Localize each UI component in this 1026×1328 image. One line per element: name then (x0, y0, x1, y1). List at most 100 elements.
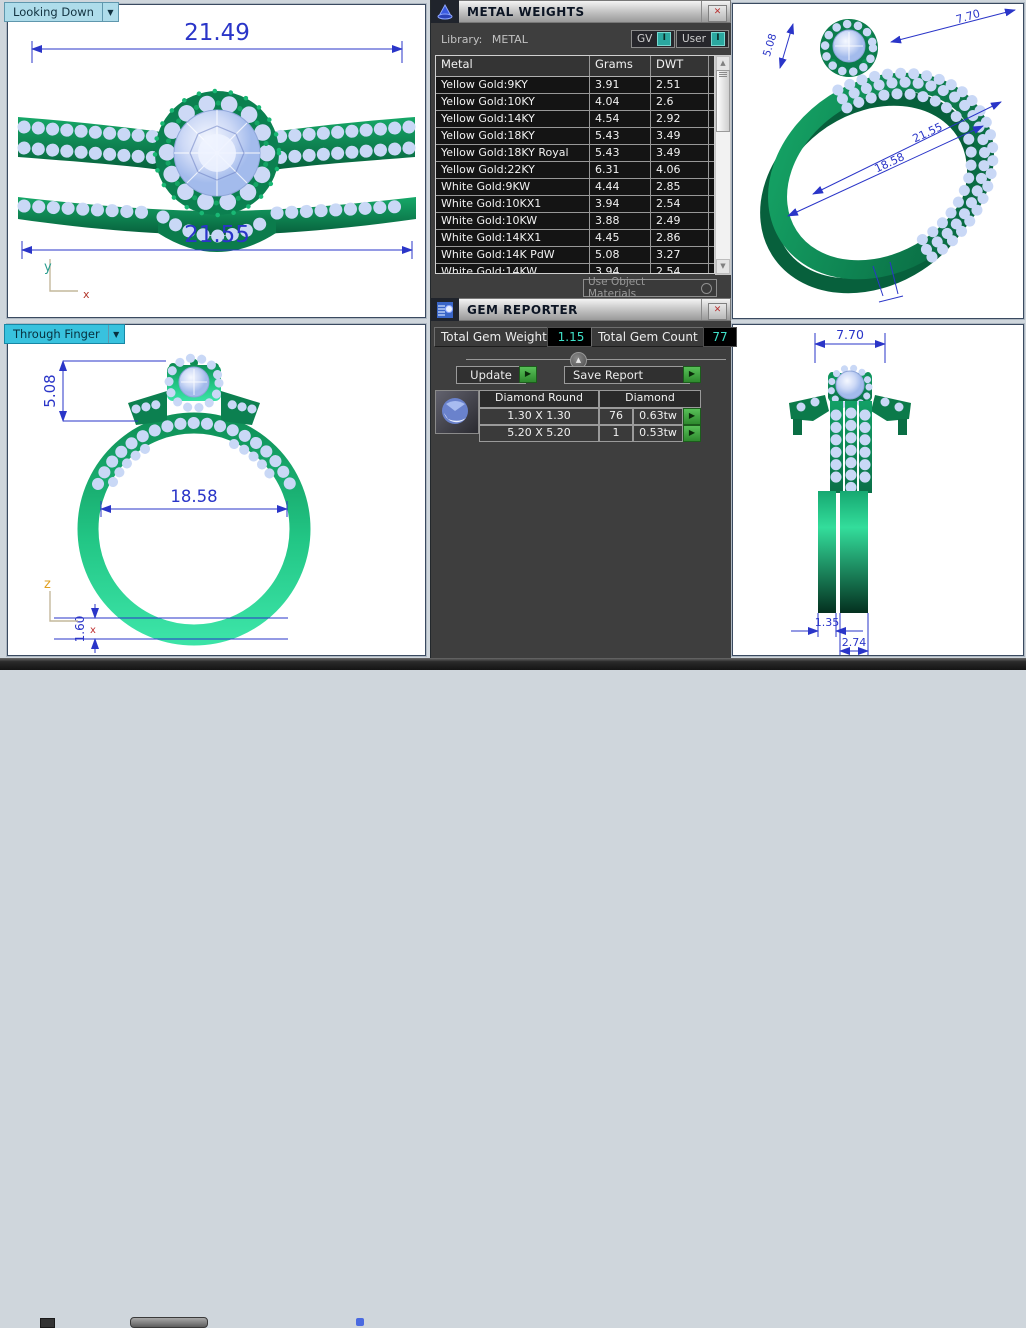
table-row[interactable]: White Gold:9KW4.442.85 (436, 179, 714, 196)
gem-weight[interactable]: 0.63tw (633, 408, 683, 425)
chevron-down-icon[interactable]: ▼ (108, 325, 124, 343)
scroll-up-icon[interactable]: ▲ (716, 56, 730, 71)
gem-col-header: Diamond Round (479, 390, 599, 408)
dim-height: 5.08 (761, 32, 779, 58)
origin-marker: x (90, 625, 96, 636)
table-row[interactable]: White Gold:10KX13.942.54 (436, 196, 714, 213)
table-row[interactable]: Yellow Gold:18KY Royal5.433.49 (436, 145, 714, 162)
total-gem-weight-label: Total Gem Weight (434, 327, 554, 347)
metal-weights-table: Metal Grams DWT Yellow Gold:9KY3.912.51 … (435, 55, 715, 274)
dim-band-thickness: 1.60 (73, 616, 87, 643)
diamond-gem-icon (436, 391, 476, 431)
save-report-button[interactable]: Save Report (564, 366, 690, 384)
table-row[interactable]: Yellow Gold:18KY5.433.49 (436, 128, 714, 145)
view-label: Through Finger (5, 325, 108, 343)
taskbar-button[interactable] (130, 1317, 208, 1328)
dim-gap: 1.35 (815, 616, 840, 629)
gem-row-action-icon[interactable]: ▶ (683, 408, 701, 425)
dim-width: 7.70 (836, 327, 864, 342)
axis-gizmo (50, 259, 78, 291)
dim-top-width: 21.49 (184, 20, 250, 46)
close-icon[interactable]: ✕ (708, 303, 727, 320)
panel-title: GEM REPORTER (459, 303, 578, 317)
col-dwt: DWT (651, 56, 709, 76)
table-row[interactable]: Yellow Gold:22KY6.314.06 (436, 162, 714, 179)
total-gem-count-value: 77 (703, 327, 737, 347)
viewport-front[interactable]: 7.70 1.35 2.74 (730, 322, 1026, 658)
gem-size[interactable]: 1.30 X 1.30 (479, 408, 599, 425)
view-selector-looking-down[interactable]: Looking Down ▼ (4, 2, 119, 22)
view-label: Looking Down (5, 3, 102, 21)
table-row[interactable]: White Gold:10KW3.882.49 (436, 213, 714, 230)
total-gem-count-label: Total Gem Count (591, 327, 705, 347)
gem-row-action-icon[interactable]: ▶ (683, 425, 701, 442)
scroll-down-icon[interactable]: ▼ (716, 259, 730, 274)
gem-thumbnail[interactable] (435, 390, 479, 434)
dim-shank: 2.74 (842, 636, 867, 649)
table-body: Yellow Gold:9KY3.912.51 Yellow Gold:10KY… (436, 77, 714, 273)
gem-count[interactable]: 1 (599, 425, 633, 442)
gv-button[interactable]: GV I (631, 30, 675, 48)
gv-toggle[interactable]: I (657, 32, 671, 46)
viewport-canvas-perspective[interactable]: 7.70 5.08 21.55 18.58 (732, 3, 1024, 319)
chevron-down-icon[interactable]: ▼ (102, 3, 118, 21)
gem-reporter-icon (431, 298, 459, 321)
ring-perspective-view: 7.70 5.08 21.55 18.58 (733, 4, 1023, 318)
col-grams: Grams (590, 56, 651, 76)
taskbar (0, 658, 1026, 670)
update-button[interactable]: Update (456, 366, 526, 384)
dim-width: 7.70 (954, 7, 981, 26)
ring-head (820, 19, 878, 77)
view-selector-through-finger[interactable]: Through Finger ▼ (4, 324, 125, 344)
close-icon[interactable]: ✕ (708, 5, 727, 22)
library-label: Library: (441, 33, 482, 46)
gem-size[interactable]: 5.20 X 5.20 (479, 425, 599, 442)
ring-top-view: 21.49 21.55 y x (8, 5, 425, 317)
update-run-icon[interactable]: ▶ (519, 366, 537, 383)
collapse-divider (466, 359, 726, 360)
table-row[interactable]: Yellow Gold:10KY4.042.6 (436, 94, 714, 111)
viewport-perspective[interactable]: 7.70 5.08 21.55 18.58 (730, 0, 1026, 322)
total-gem-weight-value: 1.15 (547, 327, 595, 347)
metal-weights-icon (431, 0, 459, 23)
ring-side-view: 5.08 18.58 1.60 x z (8, 325, 425, 655)
table-scrollbar[interactable]: ▲ ▼ (715, 55, 731, 275)
save-report-run-icon[interactable]: ▶ (683, 366, 701, 383)
viewport-canvas-bottom[interactable]: 5.08 18.58 1.60 x z (7, 324, 426, 656)
panel-column: METAL WEIGHTS ✕ Library: METAL GV I User… (430, 0, 731, 658)
axis-x-label: x (83, 288, 90, 301)
taskbar-app-icon[interactable] (356, 1318, 364, 1326)
viewport-canvas-top[interactable]: 21.49 21.55 y x (7, 4, 426, 318)
dim-inner-diameter: 18.58 (170, 487, 217, 506)
ring-front-view: 7.70 1.35 2.74 (733, 325, 1023, 655)
axis-y-label: y (44, 260, 52, 275)
table-row-partial[interactable]: White Gold:14KW3.942.54 (436, 264, 714, 273)
table-row[interactable]: Yellow Gold:14KY4.542.92 (436, 111, 714, 128)
table-row[interactable]: White Gold:14K PdW5.083.27 (436, 247, 714, 264)
panel-title: METAL WEIGHTS (459, 5, 585, 19)
table-header: Metal Grams DWT (436, 56, 714, 77)
use-object-materials-toggle[interactable]: Use Object Materials (583, 279, 717, 297)
radio-icon[interactable] (701, 283, 712, 294)
table-row[interactable]: White Gold:14KX14.452.86 (436, 230, 714, 247)
gem-reporter-panel: GEM REPORTER ✕ Total Gem Weight 1.15 Tot… (431, 298, 731, 658)
table-row[interactable]: Yellow Gold:9KY3.912.51 (436, 77, 714, 94)
dim-bottom-width: 21.55 (184, 222, 250, 248)
viewport-looking-down[interactable]: 21.49 21.55 y x Looking Down ▼ (0, 0, 430, 322)
viewport-canvas-front[interactable]: 7.70 1.35 2.74 (732, 324, 1024, 656)
dim-head-height: 5.08 (41, 374, 59, 407)
axis-z-label: z (44, 577, 51, 592)
dim-inner: 18.58 (872, 150, 906, 175)
taskbar-item[interactable] (40, 1318, 55, 1328)
user-toggle[interactable]: I (711, 32, 725, 46)
gem-count[interactable]: 76 (599, 408, 633, 425)
gem-type-header: Diamond (599, 390, 701, 408)
col-metal: Metal (436, 56, 590, 76)
user-button[interactable]: User I (676, 30, 729, 48)
viewport-through-finger[interactable]: 5.08 18.58 1.60 x z Through Finger ▼ (0, 322, 430, 658)
library-value: METAL (486, 33, 528, 46)
metal-weights-panel: METAL WEIGHTS ✕ Library: METAL GV I User… (431, 0, 731, 298)
gem-weight[interactable]: 0.53tw (633, 425, 683, 442)
scrollbar-thumb[interactable] (716, 70, 730, 132)
dim-outer: 21.55 (910, 120, 944, 145)
